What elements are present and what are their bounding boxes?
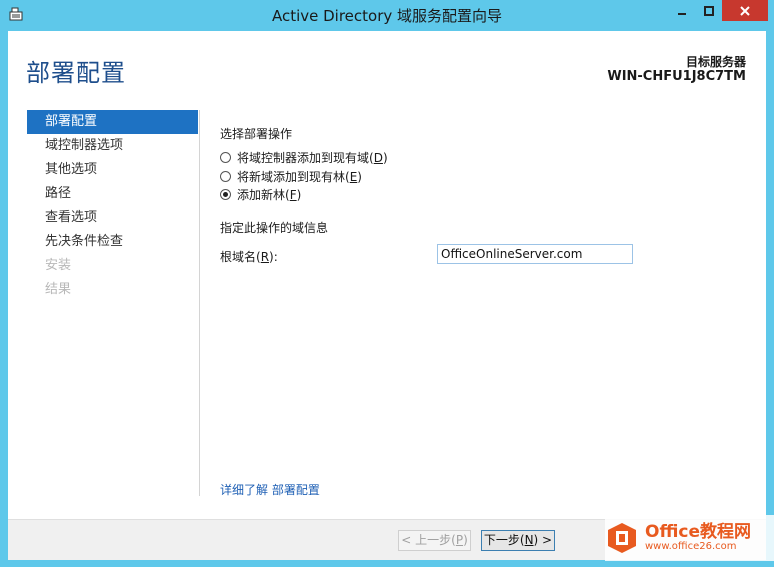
more-info-link[interactable]: 详细了解 部署配置: [220, 481, 320, 498]
nav-item-prerequisites-check[interactable]: 先决条件检查: [27, 230, 198, 254]
nav-divider: [199, 110, 200, 496]
nav-item-additional-options[interactable]: 其他选项: [27, 158, 198, 182]
root-domain-input[interactable]: [437, 244, 633, 264]
back-button[interactable]: < 上一步(P): [398, 530, 471, 551]
wizard-nav: 部署配置 域控制器选项 其他选项 路径 查看选项 先决条件检查 安装 结果: [27, 110, 198, 302]
close-button[interactable]: [722, 0, 768, 21]
nav-item-installation: 安装: [45, 258, 72, 273]
wizard-window: Active Directory 域服务配置向导 部署配置 目标服务器 WIN-…: [0, 0, 774, 567]
watermark-title: Office教程网: [645, 522, 752, 542]
nav-item-dc-options[interactable]: 域控制器选项: [27, 134, 198, 158]
window-title: Active Directory 域服务配置向导: [271, 7, 503, 25]
option-add-dc-to-existing-domain[interactable]: 将域控制器添加到现有域(D): [220, 148, 388, 166]
option-add-domain-to-existing-forest[interactable]: 将新域添加到现有林(E): [220, 167, 362, 185]
option-label: 将新域添加到现有林(E): [237, 169, 362, 184]
title-bar[interactable]: Active Directory 域服务配置向导: [0, 0, 774, 30]
watermark: Office教程网 www.office26.com: [605, 515, 774, 561]
radio-button[interactable]: [220, 151, 231, 163]
nav-item-deployment-config[interactable]: 部署配置: [27, 110, 198, 134]
wizard-client-area: 部署配置 目标服务器 WIN-CHFU1J8C7TM 部署配置 域控制器选项 其…: [8, 31, 766, 560]
main-content: 选择部署操作 将域控制器添加到现有域(D) 将新域添加到现有林(E) 添加新林(…: [220, 31, 740, 511]
radio-button[interactable]: [220, 170, 231, 182]
root-domain-label: 根域名(R):: [220, 250, 278, 264]
page-title: 部署配置: [26, 59, 126, 87]
nav-item-review-options[interactable]: 查看选项: [27, 206, 198, 230]
watermark-url: www.office26.com: [645, 541, 737, 552]
domain-info-label: 指定此操作的域信息: [220, 221, 329, 235]
next-button[interactable]: 下一步(N) >: [481, 530, 555, 551]
office-logo-icon: [608, 523, 636, 553]
option-add-new-forest[interactable]: 添加新林(F): [220, 185, 301, 203]
minimize-icon: [677, 12, 686, 15]
deployment-operation-label: 选择部署操作: [220, 127, 293, 141]
option-label: 添加新林(F): [237, 187, 302, 202]
nav-item-paths[interactable]: 路径: [27, 182, 198, 206]
minimize-button[interactable]: [668, 0, 695, 21]
nav-item-results: 结果: [45, 282, 72, 297]
option-label: 将域控制器添加到现有域(D): [237, 150, 388, 165]
close-icon: [740, 5, 750, 16]
maximize-icon: [703, 5, 714, 16]
watermark-text: Office教程网 www.office26.com: [645, 523, 751, 553]
maximize-button[interactable]: [695, 0, 722, 21]
radio-button-selected[interactable]: [220, 188, 231, 200]
